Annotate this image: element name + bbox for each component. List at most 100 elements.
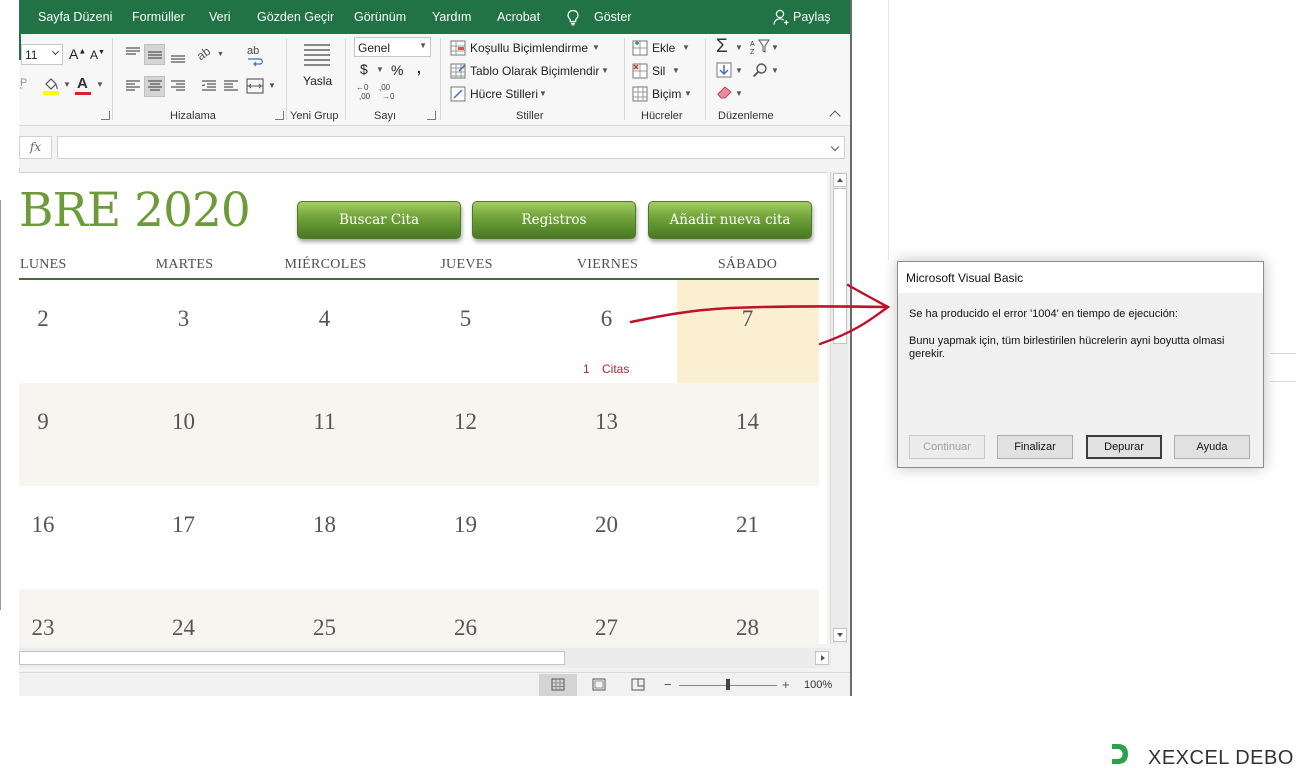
- anadir-cita-button[interactable]: Añadir nueva cita: [648, 201, 812, 239]
- chevron-down-icon[interactable]: ▼: [672, 66, 680, 75]
- chevron-down-icon[interactable]: ▼: [376, 65, 384, 74]
- day-cell[interactable]: 10: [113, 409, 254, 435]
- delete-cells-button[interactable]: Sil: [652, 64, 665, 78]
- tab-data[interactable]: Veri: [209, 10, 231, 24]
- zoom-level[interactable]: 100%: [804, 679, 832, 691]
- day-cell[interactable]: 13: [536, 409, 677, 435]
- chevron-down-icon[interactable]: [830, 142, 840, 152]
- day-cell[interactable]: 2: [20, 306, 66, 332]
- day-cell[interactable]: 3: [113, 306, 254, 332]
- tab-view[interactable]: Görünüm: [354, 10, 406, 24]
- font-color-icon[interactable]: A: [77, 75, 88, 92]
- cell-styles-icon[interactable]: [450, 86, 466, 102]
- page-layout-view-button[interactable]: [580, 674, 618, 696]
- chevron-down-icon[interactable]: ▼: [268, 81, 276, 90]
- person-share-icon[interactable]: [773, 9, 789, 26]
- formula-input[interactable]: [57, 136, 845, 159]
- day-cell[interactable]: 23: [20, 615, 66, 641]
- day-cell[interactable]: 26: [395, 615, 536, 641]
- day-cell[interactable]: 24: [113, 615, 254, 641]
- insert-cells-button[interactable]: Ekle: [652, 41, 675, 55]
- depurar-button[interactable]: Depurar: [1086, 435, 1162, 459]
- chevron-down-icon[interactable]: ▼: [684, 89, 692, 98]
- insert-cells-icon[interactable]: [632, 40, 648, 56]
- tab-formulas[interactable]: Formüller: [132, 10, 185, 24]
- share-button[interactable]: Paylaş: [793, 10, 831, 24]
- format-as-table-button[interactable]: Tablo Olarak Biçimlendir: [470, 64, 599, 78]
- day-cell[interactable]: 28: [677, 615, 818, 641]
- day-cell[interactable]: 11: [254, 409, 395, 435]
- vertical-scrollbar[interactable]: [830, 172, 848, 644]
- justify-button-label[interactable]: Yasla: [303, 74, 332, 88]
- format-as-table-icon[interactable]: [450, 63, 466, 79]
- day-cell[interactable]: 21: [677, 512, 818, 538]
- alignment-icons[interactable]: ab ▼: [123, 44, 253, 100]
- chevron-down-icon[interactable]: ▼: [63, 80, 71, 89]
- registros-button[interactable]: Registros: [472, 201, 636, 239]
- autosum-icon[interactable]: Σ: [716, 36, 728, 58]
- horizontal-scroll-thumb[interactable]: [19, 651, 565, 665]
- page-break-view-button[interactable]: [620, 674, 658, 696]
- fill-down-icon[interactable]: [716, 62, 732, 78]
- day-cell[interactable]: 25: [254, 615, 395, 641]
- clear-eraser-icon[interactable]: [716, 85, 734, 99]
- tab-acrobat[interactable]: Acrobat: [497, 10, 540, 24]
- lightbulb-icon[interactable]: [566, 9, 580, 26]
- day-cell[interactable]: 4: [254, 306, 395, 332]
- continuar-button[interactable]: Continuar: [909, 435, 985, 459]
- day-cell[interactable]: 19: [395, 512, 536, 538]
- tab-page-layout[interactable]: Sayfa Düzeni: [38, 10, 112, 24]
- tab-help[interactable]: Yardım: [432, 10, 471, 24]
- collapse-ribbon-icon[interactable]: [829, 110, 841, 122]
- number-format-dropdown[interactable]: Genel ▼: [354, 37, 431, 57]
- day-cell[interactable]: 20: [536, 512, 677, 538]
- font-size-box[interactable]: 11: [21, 44, 63, 65]
- scroll-down-button[interactable]: [833, 628, 847, 642]
- day-cell[interactable]: 9: [20, 409, 66, 435]
- worksheet-grid[interactable]: BRE 2020 Buscar Cita Registros Añadir nu…: [19, 172, 827, 644]
- sort-filter-icon[interactable]: A Z: [749, 38, 771, 56]
- shrink-font-icon[interactable]: A▼: [90, 48, 105, 62]
- scroll-right-button[interactable]: [815, 651, 829, 665]
- finalizar-button[interactable]: Finalizar: [997, 435, 1073, 459]
- cell-styles-button[interactable]: Hücre Stilleri: [470, 87, 538, 101]
- fill-color-icon[interactable]: [41, 76, 61, 96]
- day-cell[interactable]: 5: [395, 306, 536, 332]
- format-cells-button[interactable]: Biçim: [652, 87, 681, 101]
- decimal-icons[interactable]: ←0 ,00 ,00 →0: [355, 82, 415, 102]
- chevron-down-icon[interactable]: ▼: [735, 89, 743, 98]
- currency-icon[interactable]: $: [360, 61, 368, 77]
- font-dialog-launcher-icon[interactable]: [101, 111, 110, 120]
- conditional-formatting-icon[interactable]: [450, 40, 466, 56]
- day-cell[interactable]: 12: [395, 409, 536, 435]
- zoom-out-button[interactable]: −: [664, 677, 672, 692]
- percent-icon[interactable]: %: [391, 62, 403, 78]
- scroll-up-button[interactable]: [833, 173, 847, 187]
- day-cell[interactable]: 14: [677, 409, 818, 435]
- day-cell[interactable]: 18: [254, 512, 395, 538]
- format-cells-icon[interactable]: [632, 86, 648, 102]
- chevron-down-icon[interactable]: ▼: [771, 43, 779, 52]
- chevron-down-icon[interactable]: ▼: [682, 43, 690, 52]
- zoom-in-button[interactable]: +: [782, 677, 790, 692]
- day-cell[interactable]: 17: [113, 512, 254, 538]
- ayuda-button[interactable]: Ayuda: [1174, 435, 1250, 459]
- conditional-formatting-button[interactable]: Koşullu Biçimlendirme: [470, 41, 588, 55]
- justify-icon[interactable]: [303, 42, 331, 66]
- number-dialog-launcher-icon[interactable]: [427, 111, 436, 120]
- alignment-dialog-launcher-icon[interactable]: [275, 111, 284, 120]
- delete-cells-icon[interactable]: [632, 63, 648, 79]
- tab-review[interactable]: Gözden Geçir: [257, 10, 334, 24]
- find-select-icon[interactable]: [752, 62, 768, 78]
- wrap-text-icon[interactable]: ab: [245, 44, 267, 68]
- horizontal-scrollbar[interactable]: [19, 648, 831, 668]
- day-cell[interactable]: 27: [536, 615, 677, 641]
- chevron-down-icon[interactable]: ▼: [601, 66, 609, 75]
- chevron-down-icon[interactable]: ▼: [735, 43, 743, 52]
- comma-style-icon[interactable]: ,: [417, 60, 421, 76]
- zoom-slider-thumb[interactable]: [726, 679, 730, 690]
- dialog-titlebar[interactable]: Microsoft Visual Basic: [898, 262, 1263, 293]
- chevron-down-icon[interactable]: ▼: [735, 66, 743, 75]
- chevron-down-icon[interactable]: ▼: [96, 80, 104, 89]
- day-cell[interactable]: 16: [20, 512, 66, 538]
